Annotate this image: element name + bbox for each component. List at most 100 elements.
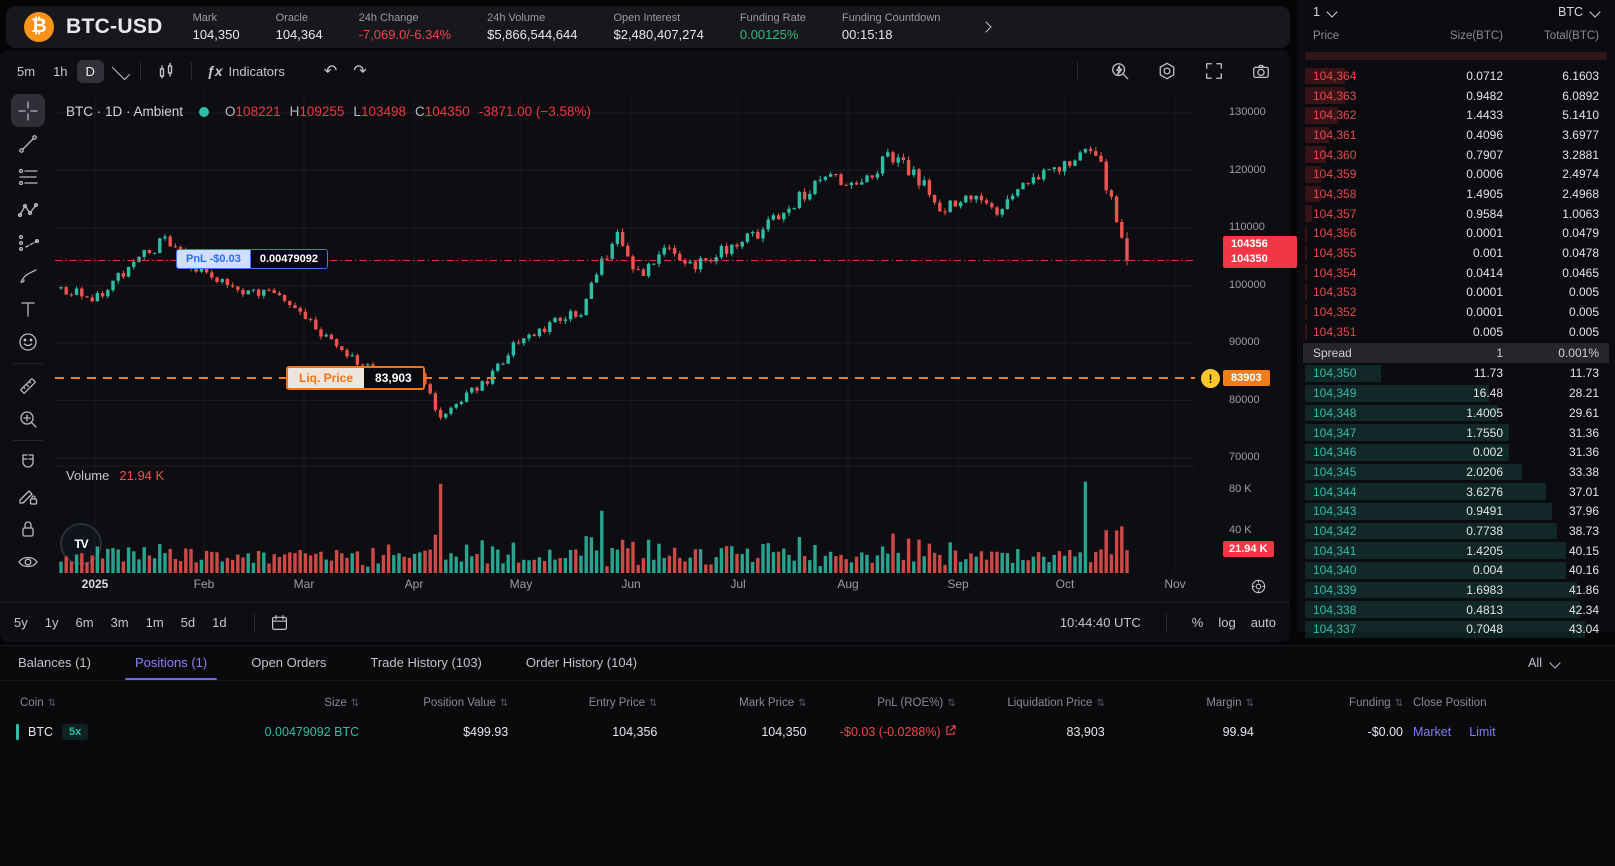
column-header-funding[interactable]: Funding ⇅ (1260, 697, 1409, 709)
orderbook-ask-row[interactable]: 104,361 0.4096 3.6977 (1303, 125, 1609, 145)
range-6m-button[interactable]: 6m (75, 615, 93, 630)
column-header-mark-price[interactable]: Mark Price ⇅ (663, 697, 812, 709)
orderbook-ask-row[interactable]: 104,364 0.0712 6.1603 (1303, 66, 1609, 86)
horizontal-lines-tool-icon[interactable] (11, 160, 45, 193)
orderbook-bid-row[interactable]: 104,350 11.73 11.73 (1303, 364, 1609, 384)
candle-style-icon[interactable] (151, 61, 181, 81)
tab-trade-history-103[interactable]: Trade History (103) (368, 647, 484, 679)
axis-settings-icon[interactable] (1250, 578, 1267, 600)
orderbook-bid-row[interactable]: 104,343 0.9491 37.96 (1303, 501, 1609, 521)
interval-5m-button[interactable]: 5m (8, 60, 44, 83)
orderbook-bid-row[interactable]: 104,348 1.4005 29.61 (1303, 403, 1609, 423)
emoji-tool-icon[interactable] (11, 325, 45, 358)
orderbook-bid-row[interactable]: 104,345 2.0206 33.38 (1303, 462, 1609, 482)
orderbook-ask-row[interactable]: 104,362 1.4433 5.1410 (1303, 105, 1609, 125)
brush-tool-icon[interactable] (11, 259, 45, 292)
pnl-position-flag[interactable]: PnL -$0.03 0.00479092 (176, 249, 328, 269)
position-value: $499.93 (463, 725, 509, 739)
interval-1h-button[interactable]: 1h (44, 60, 76, 83)
column-header-coin[interactable]: Coin ⇅ (16, 697, 216, 709)
tab-open-orders[interactable]: Open Orders (249, 647, 328, 679)
orderbook-bid-row[interactable]: 104,337 0.7048 43.04 (1303, 620, 1609, 640)
liquidation-price-flag[interactable]: Liq. Price 83,903 (286, 366, 425, 390)
interval-1d-button[interactable]: D (76, 59, 104, 83)
orderbook-ask-row[interactable]: 104,351 0.005 0.005 (1303, 322, 1609, 342)
trend-line-tool-icon[interactable] (11, 127, 45, 160)
orderbook-bid-row[interactable]: 104,347 1.7550 31.36 (1303, 423, 1609, 443)
orderbook-bid-row[interactable]: 104,344 3.6276 37.01 (1303, 482, 1609, 502)
indicators-button[interactable]: ƒx Indicators (202, 63, 290, 79)
time-axis[interactable]: 2025 Feb Mar Apr May Jun Jul Aug Sep Oct Nov (55, 577, 1195, 601)
drawing-lock-tool-icon[interactable] (11, 479, 45, 512)
scale-auto-button[interactable]: auto (1251, 615, 1276, 630)
orderbook-bid-row[interactable]: 104,340 0.004 40.16 (1303, 561, 1609, 581)
go-to-date-calendar-icon[interactable] (265, 613, 294, 632)
orderbook-ask-row[interactable]: 104,352 0.0001 0.005 (1303, 302, 1609, 322)
orderbook-ask-row[interactable]: 104,357 0.9584 1.0063 (1303, 204, 1609, 224)
orderbook-bid-row[interactable]: 104,338 0.4813 42.34 (1303, 600, 1609, 620)
orderbook-bid-row[interactable]: 104,339 1.6983 41.86 (1303, 580, 1609, 600)
candlestick-chart[interactable] (55, 92, 1195, 575)
scale-log-button[interactable]: log (1218, 615, 1235, 630)
zoom-in-tool-icon[interactable] (11, 402, 45, 435)
magnet-tool-icon[interactable] (11, 446, 45, 479)
time-axis-label: Oct (1055, 577, 1075, 591)
chart-legend-title[interactable]: BTC · 1D · Ambient (66, 104, 183, 119)
tab-order-history-104[interactable]: Order History (104) (524, 647, 639, 679)
external-link-icon[interactable] (945, 725, 956, 739)
denomination-select[interactable]: BTC (1558, 5, 1601, 19)
lock-tool-icon[interactable] (11, 512, 45, 545)
orderbook-ask-row[interactable]: 104,353 0.0001 0.005 (1303, 283, 1609, 303)
column-header-size[interactable]: Size ⇅ (216, 697, 365, 709)
symbol-title[interactable]: BTC-USD (66, 15, 163, 39)
chart-settings-icon[interactable] (1152, 61, 1182, 81)
range-5y-button[interactable]: 5y (14, 615, 28, 630)
range-3m-button[interactable]: 3m (111, 615, 129, 630)
range-buttons: 5y 1y 6m 3m 1m 5d 1d (14, 615, 244, 630)
orderbook-bid-row[interactable]: 104,342 0.7738 38.73 (1303, 521, 1609, 541)
orderbook-ask-row[interactable]: 104,363 0.9482 6.0892 (1303, 86, 1609, 106)
scale-%-button[interactable]: % (1192, 615, 1204, 630)
tick-grouping-select[interactable]: 1 (1313, 5, 1338, 19)
chart-clock[interactable]: 10:44:40 UTC (1060, 615, 1141, 630)
crosshair-tool-icon[interactable] (10, 94, 45, 127)
forecast-tool-icon[interactable] (11, 226, 45, 259)
fullscreen-icon[interactable] (1199, 61, 1229, 81)
orderbook-ask-row[interactable]: 104,354 0.0414 0.0465 (1303, 263, 1609, 283)
close-market-button[interactable]: Market (1413, 725, 1451, 739)
orderbook-bid-row[interactable]: 104,349 16.48 28.21 (1303, 383, 1609, 403)
liquidation-warning-icon[interactable]: ! (1199, 367, 1222, 390)
close-limit-button[interactable]: Limit (1469, 725, 1495, 739)
tab-positions-1[interactable]: Positions (1) (124, 647, 218, 680)
orderbook-ask-row[interactable]: 104,360 0.7907 3.2881 (1303, 145, 1609, 165)
range-1d-button[interactable]: 1d (212, 615, 226, 630)
filter-all-select[interactable]: All (1528, 656, 1561, 670)
leverage-badge[interactable]: 5x (62, 724, 89, 740)
column-header-liquidation-price[interactable]: Liquidation Price ⇅ (962, 697, 1111, 709)
range-5d-button[interactable]: 5d (181, 615, 195, 630)
quick-search-icon[interactable] (1105, 61, 1135, 81)
undo-icon[interactable]: ↶ (316, 61, 345, 81)
snapshot-camera-icon[interactable] (1246, 61, 1276, 81)
range-1y-button[interactable]: 1y (45, 615, 59, 630)
orderbook-ask-row[interactable]: 104,355 0.001 0.0478 (1303, 243, 1609, 263)
ruler-tool-icon[interactable] (11, 369, 45, 402)
column-header-position-value[interactable]: Position Value ⇅ (365, 697, 514, 709)
orderbook-ask-row[interactable]: 104,359 0.0006 2.4974 (1303, 164, 1609, 184)
hide-drawings-eye-icon[interactable] (11, 545, 45, 578)
price-axis[interactable]: 104356 104350 ! 83903 80 K 40 K 21.94 K … (1195, 92, 1297, 575)
column-header-entry-price[interactable]: Entry Price ⇅ (514, 697, 663, 709)
redo-icon[interactable]: ↷ (345, 61, 374, 81)
text-tool-icon[interactable] (11, 292, 45, 325)
range-1m-button[interactable]: 1m (146, 615, 164, 630)
orderbook-bid-row[interactable]: 104,341 1.4205 40.15 (1303, 541, 1609, 561)
column-header-pnl-roe[interactable]: PnL (ROE%) ⇅ (813, 697, 962, 709)
column-header-margin[interactable]: Margin ⇅ (1111, 697, 1260, 709)
orderbook-bid-row[interactable]: 104,346 0.002 31.36 (1303, 442, 1609, 462)
orderbook-ask-row[interactable]: 104,356 0.0001 0.0479 (1303, 224, 1609, 244)
chevron-right-icon[interactable] (980, 21, 993, 33)
interval-dropdown-icon[interactable] (111, 61, 131, 81)
tab-balances-1[interactable]: Balances (1) (16, 647, 93, 679)
orderbook-ask-row[interactable]: 104,358 1.4905 2.4968 (1303, 184, 1609, 204)
xabcd-pattern-tool-icon[interactable] (11, 193, 45, 226)
